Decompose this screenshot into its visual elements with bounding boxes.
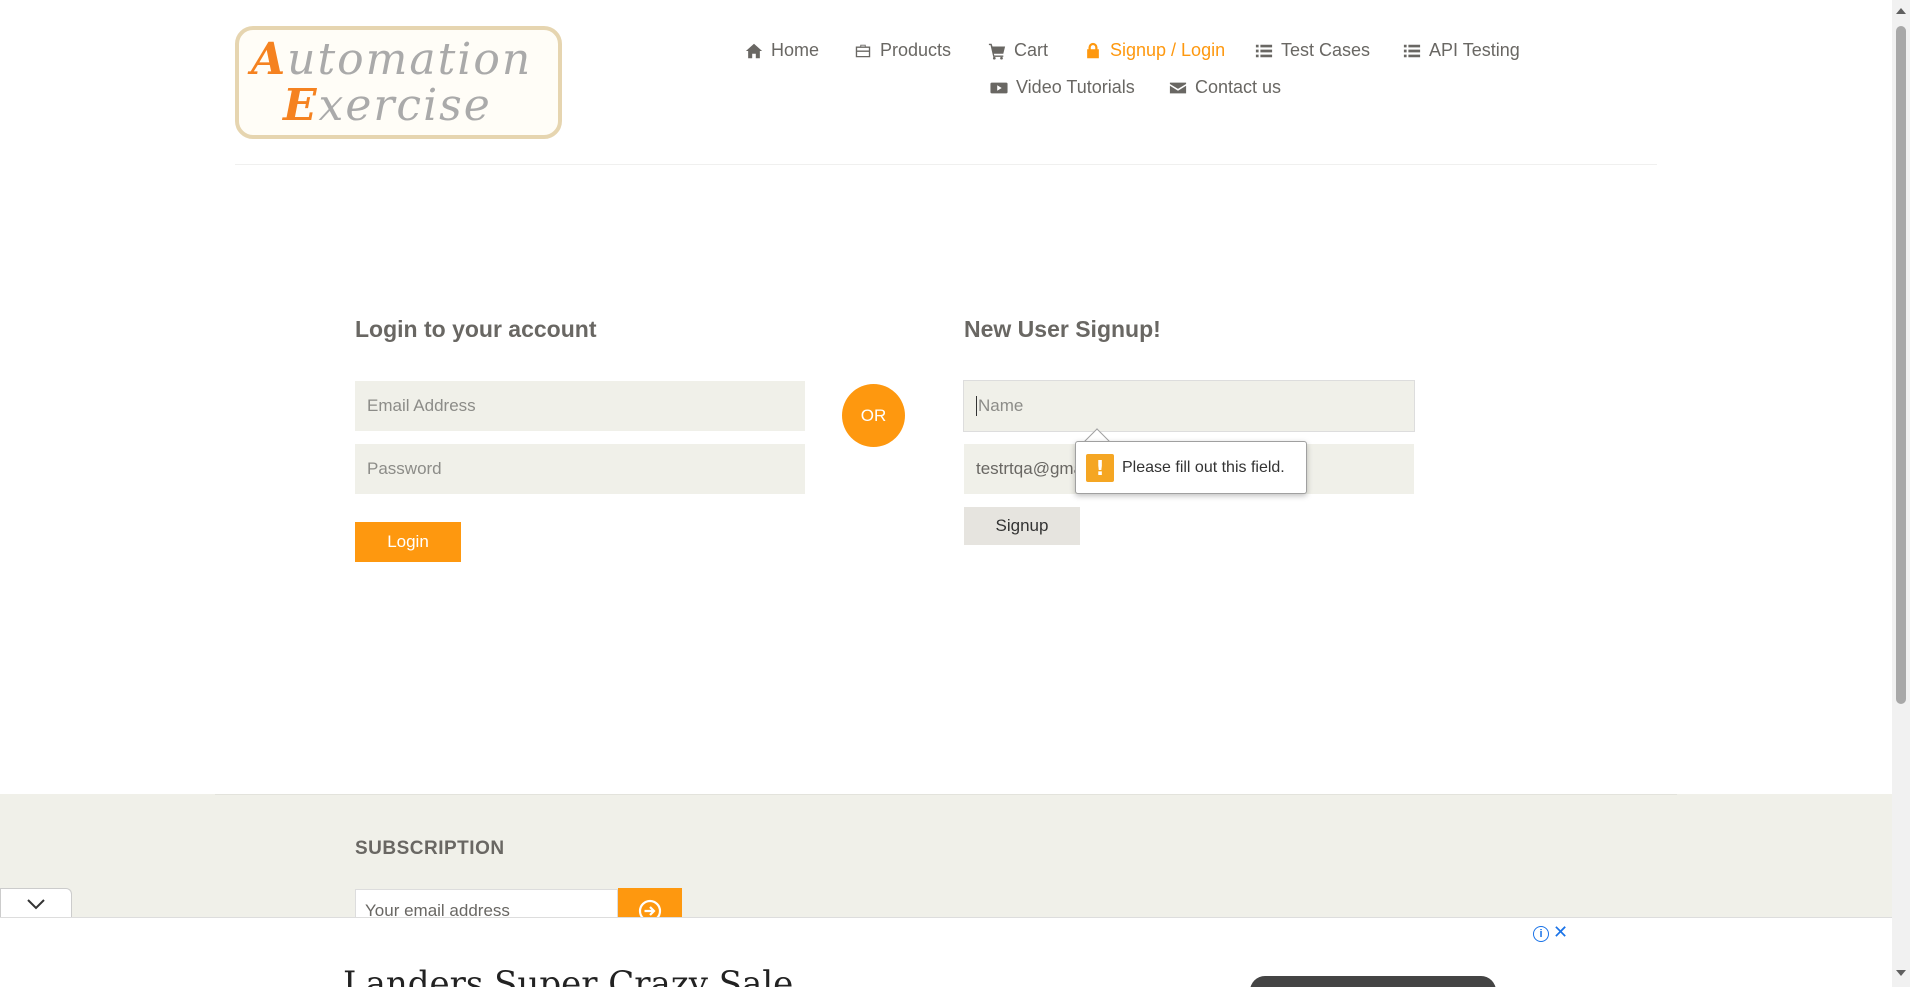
nav-contact-us[interactable]: Contact us xyxy=(1169,77,1281,98)
ad-banner: Landers Super Crazy Sale xyxy=(0,917,1892,987)
ad-cta-button[interactable] xyxy=(1250,976,1496,987)
or-divider: OR xyxy=(842,384,905,447)
nav-signup-login-label: Signup / Login xyxy=(1110,40,1226,60)
signup-title: New User Signup! xyxy=(964,316,1161,342)
login-title: Login to your account xyxy=(355,316,597,342)
scroll-down-arrow-icon[interactable] xyxy=(1896,970,1906,976)
site-header: Automation Exercise Home Products Cart S… xyxy=(0,0,1892,166)
nav-home[interactable]: Home xyxy=(745,40,819,61)
nav-video-tutorials-label: Video Tutorials xyxy=(1016,77,1135,97)
logo-letter-e: E xyxy=(283,80,319,131)
cart-icon xyxy=(988,43,1006,60)
logo-line-2: Exercise xyxy=(283,80,492,131)
ad-headline: Landers Super Crazy Sale xyxy=(343,964,794,987)
validation-message: Please fill out this field. xyxy=(1122,458,1285,476)
subscription-title: SUBSCRIPTION xyxy=(355,838,505,859)
nav-api-testing-label: API Testing xyxy=(1429,40,1520,60)
nav-video-tutorials[interactable]: Video Tutorials xyxy=(990,77,1135,98)
nav-home-label: Home xyxy=(771,40,820,60)
nav-products[interactable]: Products xyxy=(854,40,951,61)
chevron-down-icon xyxy=(27,898,45,909)
signup-button[interactable]: Signup xyxy=(964,507,1080,545)
header-divider xyxy=(235,164,1657,165)
nav-test-cases[interactable]: Test Cases xyxy=(1255,40,1370,61)
nav-api-testing[interactable]: API Testing xyxy=(1403,40,1520,61)
ad-info-icon[interactable]: i xyxy=(1533,926,1549,942)
login-email-input[interactable]: Email Address xyxy=(355,381,805,431)
ad-collapse-toggle[interactable] xyxy=(0,888,72,918)
nav-signup-login[interactable]: Signup / Login xyxy=(1084,40,1225,61)
home-icon xyxy=(745,43,763,58)
signup-name-placeholder: Name xyxy=(978,396,1024,415)
nav-cart-label: Cart xyxy=(1014,40,1049,60)
scroll-up-arrow-icon[interactable] xyxy=(1896,8,1906,14)
footer-divider xyxy=(215,794,1677,795)
envelope-icon xyxy=(1169,82,1187,93)
logo-text-1: utomation xyxy=(287,34,533,85)
ad-content[interactable]: Landers Super Crazy Sale xyxy=(318,926,1572,987)
validation-tooltip: ! Please fill out this field. xyxy=(1075,441,1307,494)
login-button[interactable]: Login xyxy=(355,522,461,562)
signup-name-input[interactable]: Name xyxy=(963,380,1415,432)
text-caret xyxy=(976,396,977,416)
list-icon xyxy=(1255,44,1273,57)
lock-icon xyxy=(1087,42,1099,58)
nav-products-label: Products xyxy=(880,40,952,60)
warning-icon: ! xyxy=(1086,453,1114,482)
scroll-thumb[interactable] xyxy=(1896,26,1906,704)
nav-contact-us-label: Contact us xyxy=(1195,77,1282,97)
page-scrollbar[interactable] xyxy=(1892,0,1910,987)
ad-close-icon[interactable]: ✕ xyxy=(1553,922,1568,943)
login-password-input[interactable]: Password xyxy=(355,444,805,494)
logo-line-1: Automation xyxy=(251,34,532,85)
briefcase-icon xyxy=(855,44,871,57)
youtube-icon xyxy=(990,82,1008,93)
nav-cart[interactable]: Cart xyxy=(988,40,1048,61)
list-icon xyxy=(1403,44,1421,57)
nav-test-cases-label: Test Cases xyxy=(1281,40,1371,60)
site-logo[interactable]: Automation Exercise xyxy=(235,26,562,139)
logo-letter-a: A xyxy=(251,34,288,85)
login-password-placeholder: Password xyxy=(367,459,442,478)
logo-text-2: xercise xyxy=(318,80,492,131)
login-email-placeholder: Email Address xyxy=(367,396,476,415)
